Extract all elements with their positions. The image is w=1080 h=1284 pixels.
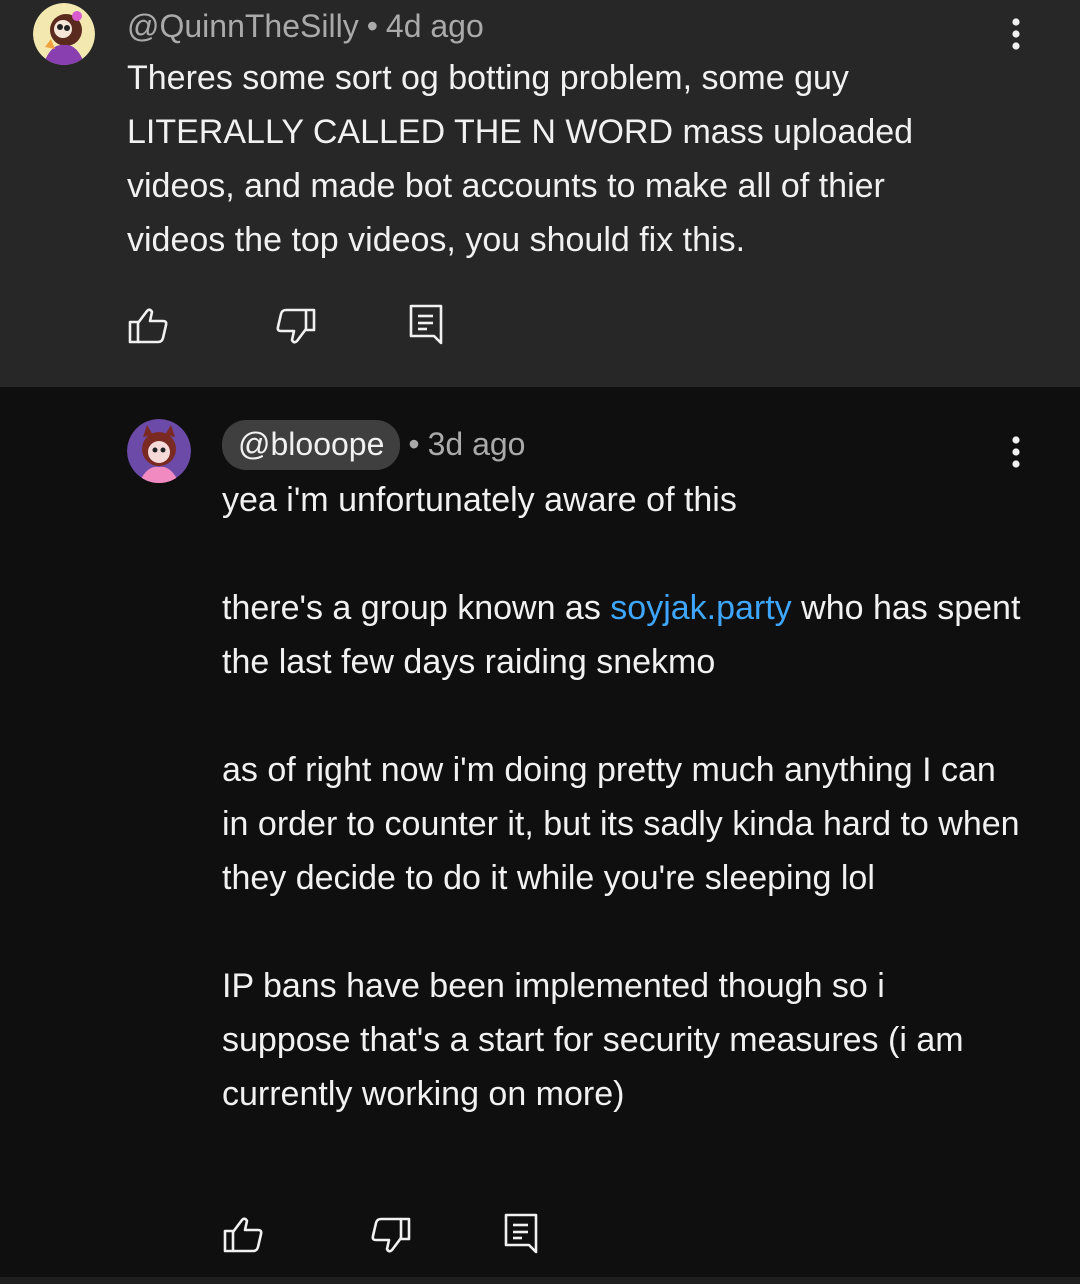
comment-meta: @blooope • 3d ago (222, 420, 525, 470)
comment-body: Theres some sort og botting problem, som… (127, 59, 914, 259)
comment-text: yea i'm unfortunately aware of this ther… (222, 473, 1022, 1121)
divider (0, 1277, 1080, 1284)
avatar-image (127, 419, 191, 483)
reply-blooope: @blooope • 3d ago yea i'm unfortunately aw… (0, 387, 1080, 1277)
thumbs-down-icon[interactable] (273, 304, 317, 348)
comment-reply-icon[interactable] (499, 1211, 543, 1255)
reply-paragraph-3: as of right now i'm doing pretty much an… (222, 751, 1020, 897)
thumbs-down-icon[interactable] (368, 1213, 412, 1257)
comment-age: 3d ago (427, 426, 526, 462)
meta-separator: • (366, 8, 378, 44)
comment-quinnthesilly: @QuinnTheSilly • 4d ago Theres some sort o… (0, 0, 1080, 387)
comment-reply-icon[interactable] (404, 302, 448, 346)
reply-paragraph-4: IP bans have been implemented though so … (222, 967, 964, 1113)
author-handle[interactable]: @blooope (222, 420, 401, 470)
thumbs-up-icon[interactable] (127, 304, 171, 348)
reply-paragraph-2: there's a group known as soyjak.party wh… (222, 581, 1022, 689)
soyjak-party-link[interactable]: soyjak.party (610, 589, 791, 627)
reply-paragraph-1: yea i'm unfortunately aware of this (222, 481, 737, 519)
more-vertical-icon[interactable] (996, 14, 1036, 54)
meta-separator: • (408, 426, 420, 462)
reply-text: there's a group known as (222, 589, 611, 627)
author-handle[interactable]: @QuinnTheSilly (127, 8, 359, 44)
avatar[interactable] (127, 419, 191, 483)
avatar-image (33, 3, 95, 65)
more-vertical-icon[interactable] (996, 432, 1036, 472)
comment-text: Theres some sort og botting problem, som… (127, 51, 987, 267)
thumbs-up-icon[interactable] (222, 1213, 266, 1257)
avatar[interactable] (33, 3, 95, 65)
comment-meta: @QuinnTheSilly • 4d ago (127, 10, 484, 42)
comments-view: @QuinnTheSilly • 4d ago Theres some sort o… (0, 0, 1080, 1284)
comment-age: 4d ago (385, 8, 484, 44)
